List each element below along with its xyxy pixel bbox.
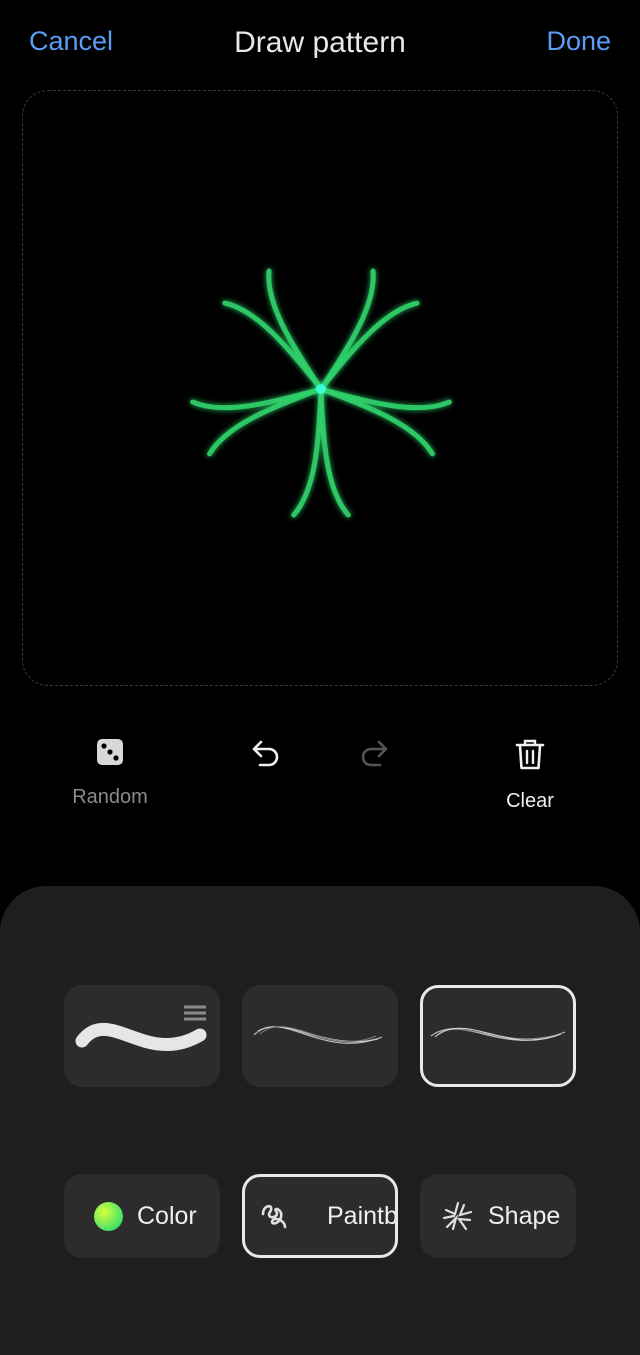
clear-label: Clear [506,790,554,812]
dice-icon [97,739,123,765]
tab-paintbrush[interactable]: Paintbrush [242,1174,398,1258]
pattern-petal [207,386,324,518]
pattern-petal [318,300,452,411]
clear-button[interactable]: Clear [480,738,580,813]
brush-option-fine-ribbon[interactable] [420,985,576,1087]
undo-icon[interactable] [249,738,283,770]
fine-ribbon-brush-icon [430,1027,566,1041]
done-button[interactable]: Done [546,26,611,57]
solid-stroke-brush-icon [75,1005,207,1051]
color-swatch [94,1201,123,1231]
random-button[interactable]: Random [60,738,160,809]
sparkle-shape-icon [442,1200,474,1232]
page-title: Draw pattern [234,26,406,59]
flower-pattern [190,268,452,518]
tab-shape[interactable]: Shape [420,1174,576,1258]
tab-shape-label: Shape [488,1201,561,1230]
tab-color-label: Color [137,1201,197,1230]
random-label: Random [72,786,148,808]
squiggle-icon [259,1201,289,1231]
brush-option-ribbon[interactable] [242,985,398,1087]
tab-color[interactable]: Color [64,1174,220,1258]
brush-option-solid[interactable] [64,985,220,1087]
redo-icon[interactable] [357,738,391,770]
drawing-canvas[interactable] [22,90,618,686]
tab-paintbrush-label: Paintbrush [327,1201,398,1230]
pattern-petal [190,300,324,411]
pattern-center [316,384,326,394]
brush-panel [0,886,640,1355]
ribbon-stroke-brush-icon [253,1026,383,1044]
pattern-petal [266,268,376,392]
trash-icon [515,739,545,770]
pattern-petal [318,386,435,518]
